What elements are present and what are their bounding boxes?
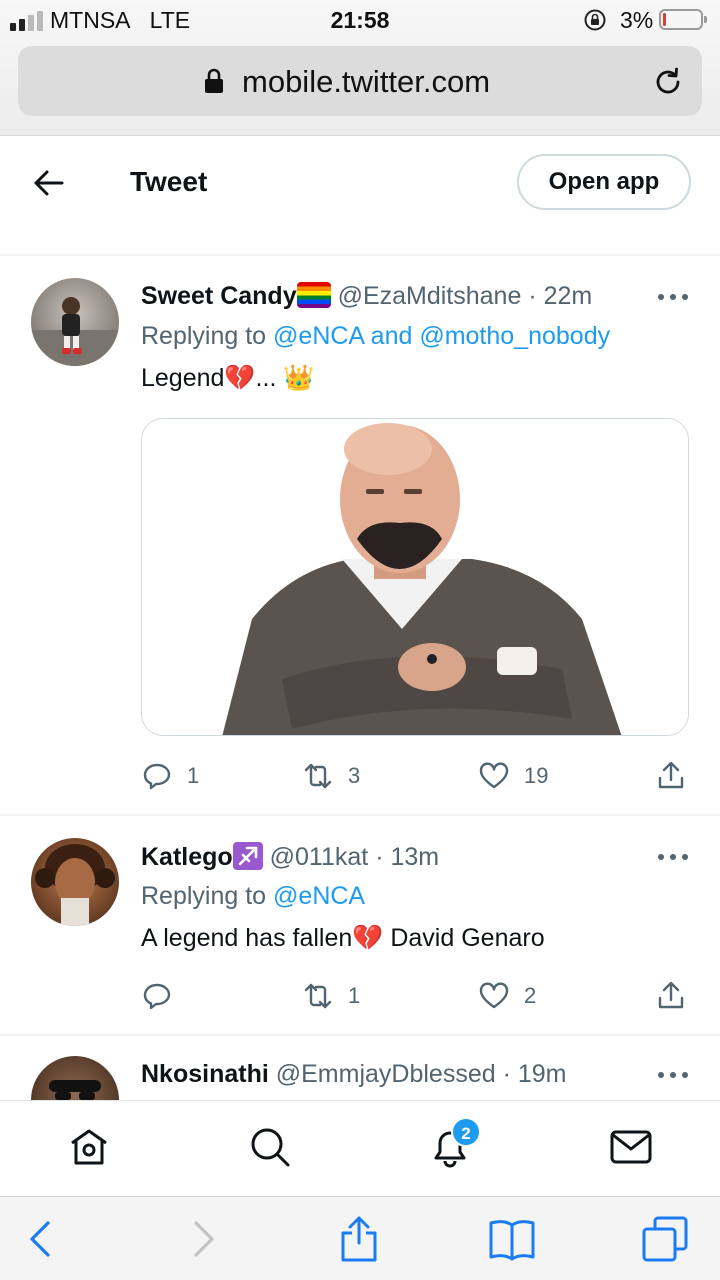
reply-button[interactable]: 1 [141, 756, 199, 796]
child-photo [31, 297, 119, 366]
safari-toolbar [0, 1196, 720, 1280]
replying-to: Replying to @eNCA and @motho_nobody [141, 322, 611, 350]
tweet-text: A legend has fallen💔 David Genaro [141, 924, 545, 952]
avatar[interactable] [31, 838, 119, 926]
rainbow-flag-icon [296, 282, 331, 308]
tweet-item[interactable]: Katlego @011kat · 13m Replying to @eNCA … [0, 816, 720, 1034]
tweet-age[interactable]: 22m [544, 282, 593, 310]
tweet-author-line: Katlego @011kat · 13m [141, 842, 439, 872]
reload-icon[interactable] [652, 66, 684, 98]
share-sheet-icon[interactable] [335, 1215, 383, 1263]
url-text[interactable]: mobile.twitter.com [242, 64, 490, 100]
share-button[interactable] [655, 756, 687, 796]
retweet-icon [304, 763, 332, 789]
notifications-badge: 2 [451, 1117, 481, 1147]
author-name[interactable]: Nkosinathi [141, 1060, 269, 1088]
home-icon[interactable] [67, 1125, 111, 1169]
like-button[interactable]: 2 [478, 976, 536, 1016]
reply-mentions[interactable]: @eNCA and @motho_nobody [273, 322, 610, 350]
browser-chrome-top: MTNSA LTE 21:58 3% mobile.twitter.com [0, 0, 720, 136]
author-handle[interactable]: @011kat [270, 843, 369, 871]
retweet-icon [304, 983, 332, 1009]
tweet-text: Legend💔... 👑 [141, 364, 315, 392]
heart-icon [479, 762, 509, 789]
share-icon [658, 761, 684, 789]
author-handle[interactable]: @EzaMditshane [338, 282, 522, 310]
retweet-count: 3 [348, 763, 361, 788]
search-icon[interactable] [248, 1125, 292, 1169]
separator: · [375, 843, 384, 871]
author-handle[interactable]: @EmmjayDblessed [276, 1060, 496, 1088]
reply-icon [143, 983, 171, 1010]
tweet-image[interactable] [141, 418, 689, 736]
reply-icon [143, 763, 171, 790]
forward-chevron-icon[interactable] [178, 1215, 226, 1263]
tweet-age[interactable]: 13m [390, 843, 439, 871]
address-bar[interactable]: mobile.twitter.com [18, 46, 702, 116]
rotation-lock-icon [584, 9, 606, 31]
messages-icon[interactable] [609, 1125, 653, 1169]
tweet-author-line: Nkosinathi @EmmjayDblessed · 19m [141, 1060, 567, 1089]
page-title: Tweet [130, 166, 208, 197]
avatar[interactable] [31, 278, 119, 366]
sagittarius-icon [232, 842, 263, 870]
status-bar: MTNSA LTE 21:58 3% [0, 0, 720, 40]
like-button[interactable]: 19 [478, 756, 548, 796]
woman-photo [35, 844, 115, 926]
separator: · [502, 1060, 511, 1088]
share-icon [658, 981, 684, 1009]
author-name[interactable]: Katlego [141, 843, 233, 871]
back-arrow-icon[interactable] [30, 166, 68, 200]
separator: · [528, 282, 537, 310]
more-options-icon[interactable] [658, 1072, 688, 1080]
man-sunglasses-photo [49, 1080, 101, 1100]
retweet-button[interactable]: 1 [302, 976, 360, 1016]
tweet-header: Tweet Open app [0, 136, 720, 254]
status-time: 21:58 [330, 7, 390, 33]
bookmarks-icon[interactable] [488, 1215, 536, 1263]
tweet-age[interactable]: 19m [518, 1060, 567, 1088]
man-portrait-image [142, 419, 688, 735]
tweet-actions: 1 2 [0, 976, 720, 1016]
tweet-actions: 1 3 19 [0, 756, 720, 796]
like-count: 2 [524, 983, 537, 1008]
more-options-icon[interactable] [658, 854, 688, 862]
tweet-author-line: Sweet Candy @EzaMditshane · 22m [141, 282, 592, 311]
tabs-icon[interactable] [641, 1215, 689, 1263]
heart-icon [479, 982, 509, 1009]
share-button[interactable] [655, 976, 687, 1016]
reply-button[interactable] [141, 976, 187, 1016]
tweet-item[interactable]: Nkosinathi @EmmjayDblessed · 19m [0, 1036, 720, 1100]
open-app-button[interactable]: Open app [517, 154, 691, 210]
like-count: 19 [524, 763, 549, 788]
battery-percent: 3% [620, 7, 654, 33]
avatar[interactable] [31, 1056, 119, 1100]
tweet-item[interactable]: Sweet Candy @EzaMditshane · 22m Replying… [0, 256, 720, 814]
replying-to: Replying to @eNCA [141, 882, 366, 910]
more-options-icon[interactable] [658, 294, 688, 302]
retweet-button[interactable]: 3 [302, 756, 360, 796]
reply-mentions[interactable]: @eNCA [273, 882, 365, 910]
battery-icon [659, 9, 707, 30]
retweet-count: 1 [348, 983, 361, 1008]
reply-count: 1 [187, 763, 200, 788]
author-name[interactable]: Sweet Candy [141, 282, 297, 310]
back-chevron-icon[interactable] [18, 1215, 66, 1263]
bottom-navigation [0, 1100, 720, 1196]
padlock-icon [205, 68, 223, 93]
